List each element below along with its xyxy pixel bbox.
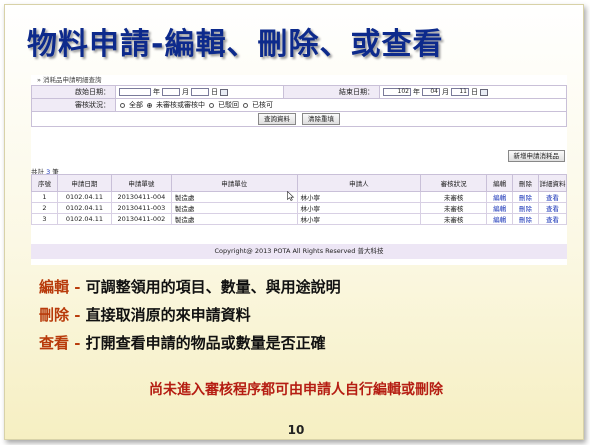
add-request-button[interactable]: 新增申請消耗品 [507, 150, 565, 162]
search-button[interactable]: 查詢資料 [258, 113, 296, 125]
row-status: 未審核 [420, 213, 488, 225]
delete-link[interactable]: 刪除 [512, 213, 539, 225]
row-number: 20130411-002 [110, 213, 172, 225]
copyright-footer: Copyright@ 2013 POTA All Rights Reserved… [31, 244, 567, 259]
status-radio-rejected[interactable] [209, 102, 214, 108]
bullet-edit: 編輯 - 可調整領用的項目、數量、與用途說明 [39, 273, 341, 301]
start-year-input[interactable] [119, 88, 151, 96]
row-index: 2 [31, 202, 58, 214]
row-date: 0102.04.11 [56, 213, 112, 225]
date-row: 啟始日期： 年 月 日 結束日期： 102 年 04 月 11 日 [32, 86, 566, 99]
col-header: 詳細資料 [538, 174, 567, 192]
view-link[interactable]: 查看 [538, 202, 567, 214]
end-month-suffix: 月 [442, 88, 449, 96]
row-unit: 製造處 [170, 202, 298, 214]
table-row: 2 0102.04.11 20130411-003 製造處 林小寧 未審核 編輯… [31, 202, 567, 214]
start-day-input[interactable] [191, 88, 209, 96]
bullet-text: 打開查看申請的物品或數量是否正確 [80, 334, 326, 352]
start-year-suffix: 年 [153, 88, 160, 96]
row-index: 1 [31, 191, 58, 203]
end-day-suffix: 日 [471, 88, 478, 96]
col-header: 編輯 [486, 174, 514, 192]
col-header: 刪除 [512, 174, 539, 192]
row-index: 3 [31, 213, 58, 225]
mouse-cursor-icon [287, 191, 295, 201]
filter-buttons: 查詢資料 清除重填 [32, 112, 566, 126]
slide: 物料申請-編輯、刪除、或查看 » 消耗品申請明細查詢 啟始日期： 年 月 日 結… [4, 4, 584, 440]
end-date-label: 結束日期： [284, 86, 380, 98]
bullet-list: 編輯 - 可調整領用的項目、數量、與用途說明 刪除 - 直接取消原的來申請資料 … [39, 273, 341, 357]
end-year-input[interactable]: 102 [383, 88, 411, 96]
start-day-suffix: 日 [211, 88, 218, 96]
status-option-pending: 未審核或審核中 [156, 101, 205, 109]
bullet-text: 可調整領用的項目、數量、與用途說明 [80, 278, 341, 296]
bullet-view: 查看 - 打開查看申請的物品或數量是否正確 [39, 329, 341, 357]
note-text: 尚未進入審核程序都可由申請人自行編輯或刪除 [149, 382, 443, 398]
start-month-suffix: 月 [182, 88, 189, 96]
start-month-input[interactable] [162, 88, 180, 96]
app-screenshot: » 消耗品申請明細查詢 啟始日期： 年 月 日 結束日期： 102 年 04 月… [31, 75, 567, 265]
row-number: 20130411-004 [110, 191, 172, 203]
row-unit: 製造處 [170, 191, 298, 203]
calendar-icon[interactable] [220, 88, 228, 96]
row-number: 20130411-003 [110, 202, 172, 214]
edit-link[interactable]: 編輯 [486, 202, 514, 214]
view-link[interactable]: 查看 [538, 191, 567, 203]
bullet-delete: 刪除 - 直接取消原的來申請資料 [39, 301, 341, 329]
table-header: 序號 申請日期 申請單號 申請單位 申請人 審核狀況 編輯 刪除 詳細資料 [31, 174, 567, 192]
row-status: 未審核 [420, 202, 488, 214]
status-radio-all[interactable] [120, 102, 125, 108]
slide-title: 物料申請-編輯、刪除、或查看 [27, 27, 444, 62]
status-option-rejected: 已駁回 [218, 101, 239, 109]
row-applicant: 林小寧 [296, 191, 422, 203]
calendar-icon[interactable] [480, 88, 488, 96]
table-row: 1 0102.04.11 20130411-004 製造處 林小寧 未審核 編輯… [31, 191, 567, 203]
status-radio-pending[interactable] [147, 102, 152, 108]
col-header: 審核狀況 [420, 174, 488, 192]
status-option-all: 全部 [129, 101, 143, 109]
end-month-input[interactable]: 04 [422, 88, 440, 96]
row-status: 未審核 [420, 191, 488, 203]
view-link[interactable]: 查看 [538, 213, 567, 225]
col-header: 申請人 [296, 174, 422, 192]
bullet-keyword: 刪除 - [39, 306, 81, 324]
bullet-text: 直接取消原的來申請資料 [80, 306, 251, 324]
table-row: 3 0102.04.11 20130411-002 製造處 林小寧 未審核 編輯… [31, 213, 567, 225]
request-table: 序號 申請日期 申請單號 申請單位 申請人 審核狀況 編輯 刪除 詳細資料 1 … [31, 174, 567, 225]
row-date: 0102.04.11 [56, 191, 112, 203]
status-row: 審核狀況： 全部 未審核或審核中 已駁回 已核可 [32, 99, 566, 112]
col-header: 申請單號 [110, 174, 172, 192]
filter-panel: 啟始日期： 年 月 日 結束日期： 102 年 04 月 11 日 審核狀況： … [31, 85, 567, 127]
delete-link[interactable]: 刪除 [512, 202, 539, 214]
col-header: 申請日期 [56, 174, 112, 192]
end-day-input[interactable]: 11 [451, 88, 469, 96]
bullet-keyword: 查看 - [39, 334, 81, 352]
status-radio-approved[interactable] [243, 102, 248, 108]
clear-button[interactable]: 清除重填 [302, 113, 340, 125]
page-number: 10 [287, 423, 305, 437]
edit-link[interactable]: 編輯 [486, 213, 514, 225]
col-header: 申請單位 [170, 174, 298, 192]
row-unit: 製造處 [170, 213, 298, 225]
status-label: 審核狀況： [32, 99, 116, 111]
status-option-approved: 已核可 [252, 101, 273, 109]
row-applicant: 林小寧 [296, 213, 422, 225]
end-year-suffix: 年 [413, 88, 420, 96]
edit-link[interactable]: 編輯 [486, 191, 514, 203]
col-header: 序號 [31, 174, 58, 192]
breadcrumb: » 消耗品申請明細查詢 [37, 76, 102, 84]
delete-link[interactable]: 刪除 [512, 191, 539, 203]
row-date: 0102.04.11 [56, 202, 112, 214]
row-applicant: 林小寧 [296, 202, 422, 214]
bullet-keyword: 編輯 - [39, 278, 81, 296]
start-date-label: 啟始日期： [32, 86, 116, 98]
